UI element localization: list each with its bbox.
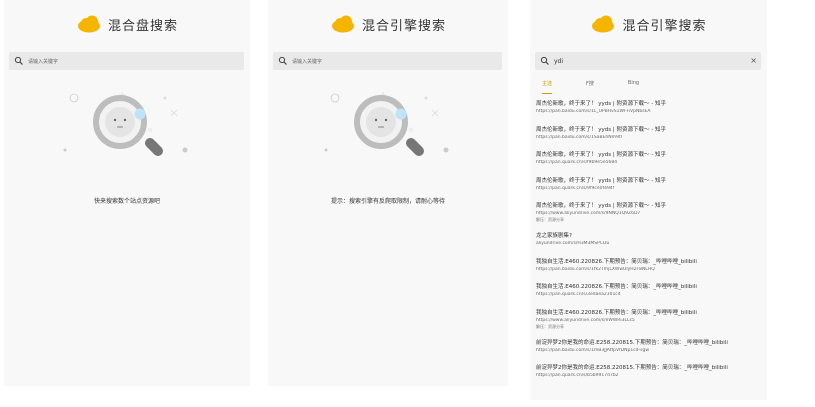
result-note: 解压：资源分享 bbox=[536, 323, 564, 329]
result-url[interactable]: https://pan.quark.cn/s/9f9ce0f494f bbox=[536, 186, 761, 191]
search-placeholder: 请输入关键字 bbox=[28, 58, 59, 65]
empty-search-illustration bbox=[63, 92, 188, 156]
result-url[interactable]: https://pan.baidu.com/s/1fk2TmjLXWwUlyH2… bbox=[536, 267, 761, 272]
empty-hint: 快来搜索数个站点资源吧 bbox=[93, 198, 160, 205]
list-item[interactable]: 我独自生活.E460.220826.下期预告：简贝瑞：_哔哩哔哩_bilibil… bbox=[536, 257, 761, 281]
result-url[interactable]: https://pan.quark.cn/s/f9b9e5e5684 bbox=[536, 160, 761, 165]
result-url[interactable]: https://www.aliyundrive.com/s/9NNQ1Q9Z6D… bbox=[536, 211, 761, 216]
result-title[interactable]: 我独自生活.E460.220826.下期预告：简贝瑞：_哔哩哔哩_bilibil… bbox=[536, 257, 761, 265]
page-title: 混合引擎搜索 bbox=[361, 18, 446, 34]
result-title[interactable]: 周杰伦新歌，终于来了！ yyds | 附资源下载～ - 知乎 bbox=[536, 201, 761, 209]
title-bar: 混合引擎搜索 bbox=[530, 10, 767, 38]
result-url[interactable]: https://pan.quark.cn/s/3edaea2301c4 bbox=[536, 292, 761, 297]
search-input[interactable]: 请输入关键字 bbox=[9, 52, 244, 70]
result-url[interactable]: https://www.aliyundrive.com/s/eWWRi3LLs5 bbox=[536, 318, 761, 323]
list-item[interactable]: 周杰伦新歌，终于来了！ yyds | 附资源下载～ - 知乎 https://pa… bbox=[536, 125, 761, 149]
list-item[interactable]: 我独自生活.E460.220826.下期预告：简贝瑞：_哔哩哔哩_bilibil… bbox=[536, 282, 761, 306]
search-input[interactable]: 请输入关键字 bbox=[273, 52, 502, 70]
close-icon[interactable]: × bbox=[750, 55, 757, 67]
panel-engine-results: 混合引擎搜索 ydi × 主选 F搜 Bing 周杰伦新歌，终于来了！ yyds… bbox=[530, 0, 767, 400]
result-title[interactable]: 周杰伦新歌，终于来了！ yyds | 附资源下载～ - 知乎 bbox=[536, 150, 761, 158]
search-icon bbox=[540, 56, 549, 65]
result-title[interactable]: 我独自生活.E460.220826.下期预告：简贝瑞：_哔哩哔哩_bilibil… bbox=[536, 308, 761, 316]
result-url[interactable]: https://pan.baidu.com/s/1mB3JJAtfpVfDNp1… bbox=[536, 348, 761, 353]
page-title: 混合盘搜索 bbox=[107, 18, 178, 34]
search-icon bbox=[278, 56, 287, 65]
list-item[interactable]: 我独自生活.E460.220826.下期预告：简贝瑞：_哔哩哔哩_bilibil… bbox=[536, 308, 761, 336]
title-bar: 混合盘搜索 bbox=[4, 10, 250, 38]
result-url[interactable]: https://pan.baidu.com/s/1L_UPBHvS1WFFiVp… bbox=[536, 109, 761, 114]
result-url[interactable]: https://pan.quark.cn/s/b5b9917d7b2 bbox=[536, 373, 761, 378]
empty-hint: 提示：搜索引擎有反爬取限制，请耐心等待 bbox=[330, 198, 445, 205]
cloud-logo-icon bbox=[592, 15, 615, 33]
search-input[interactable]: ydi × bbox=[535, 52, 761, 70]
empty-search-illustration bbox=[324, 92, 449, 156]
search-value: ydi bbox=[554, 57, 564, 65]
list-item[interactable]: 前淀异梦2你是我的命运.E258.220815.下期预告：简贝瑞：_哔哩哔哩_b… bbox=[536, 338, 761, 362]
cloud-logo-icon bbox=[77, 15, 100, 33]
result-note: 解压：资源分享 bbox=[536, 217, 564, 222]
tab-f-search[interactable]: F搜 bbox=[586, 80, 594, 94]
result-url[interactable]: https://pan.baidu.com/s/1SaBEhNm9tl bbox=[536, 135, 761, 140]
list-item[interactable]: 前淀异梦2你是我的命运.E258.220815.下期预告：简贝瑞：_哔哩哔哩_b… bbox=[536, 363, 761, 387]
panel-engine-search: 混合引擎搜索 请输入关键字 提示：搜索引擎有反爬取限制，请耐心等待 bbox=[268, 0, 508, 386]
result-title[interactable]: 前淀异梦2你是我的命运.E258.220815.下期预告：简贝瑞：_哔哩哔哩_b… bbox=[536, 363, 761, 371]
result-tabs: 主选 F搜 Bing bbox=[542, 80, 767, 94]
result-url[interactable]: aliyundrive.com/s/H3M3MSPCDu bbox=[536, 241, 761, 246]
result-title[interactable]: 我独自生活.E460.220826.下期预告：简贝瑞：_哔哩哔哩_bilibil… bbox=[536, 282, 761, 290]
list-item[interactable]: 周杰伦新歌，终于来了！ yyds | 附资源下载～ - 知乎 https://ww… bbox=[536, 201, 761, 229]
cloud-logo-icon bbox=[331, 15, 354, 33]
tab-bing[interactable]: Bing bbox=[628, 80, 639, 94]
list-item[interactable]: 龙之家族剧集? aliyundrive.com/s/H3M3MSPCDu bbox=[536, 231, 761, 255]
list-item[interactable]: 周杰伦新歌，终于来了！ yyds | 附资源下载～ - 知乎 https://pa… bbox=[536, 176, 761, 200]
search-placeholder: 请输入关键字 bbox=[292, 58, 323, 65]
panel-pan-search: 混合盘搜索 请输入关键字 快来搜索数个站点资源吧 bbox=[4, 0, 250, 386]
result-title[interactable]: 周杰伦新歌，终于来了！ yyds | 附资源下载～ - 知乎 bbox=[536, 99, 761, 107]
title-bar: 混合引擎搜索 bbox=[268, 10, 508, 38]
result-list: 周杰伦新歌，终于来了！ yyds | 附资源下载～ - 知乎 https://pa… bbox=[536, 97, 761, 387]
result-title[interactable]: 周杰伦新歌，终于来了！ yyds | 附资源下载～ - 知乎 bbox=[536, 176, 761, 184]
search-icon bbox=[14, 56, 23, 65]
page-title: 混合引擎搜索 bbox=[622, 18, 707, 34]
result-title[interactable]: 龙之家族剧集? bbox=[536, 231, 761, 239]
result-title[interactable]: 前淀异梦2你是我的命运.E258.220815.下期预告：简贝瑞：_哔哩哔哩_b… bbox=[536, 338, 761, 346]
list-item[interactable]: 周杰伦新歌，终于来了！ yyds | 附资源下载～ - 知乎 https://pa… bbox=[536, 99, 761, 123]
list-item[interactable]: 周杰伦新歌，终于来了！ yyds | 附资源下载～ - 知乎 https://pa… bbox=[536, 150, 761, 174]
result-title[interactable]: 周杰伦新歌，终于来了！ yyds | 附资源下载～ - 知乎 bbox=[536, 125, 761, 133]
tab-main[interactable]: 主选 bbox=[542, 80, 553, 94]
